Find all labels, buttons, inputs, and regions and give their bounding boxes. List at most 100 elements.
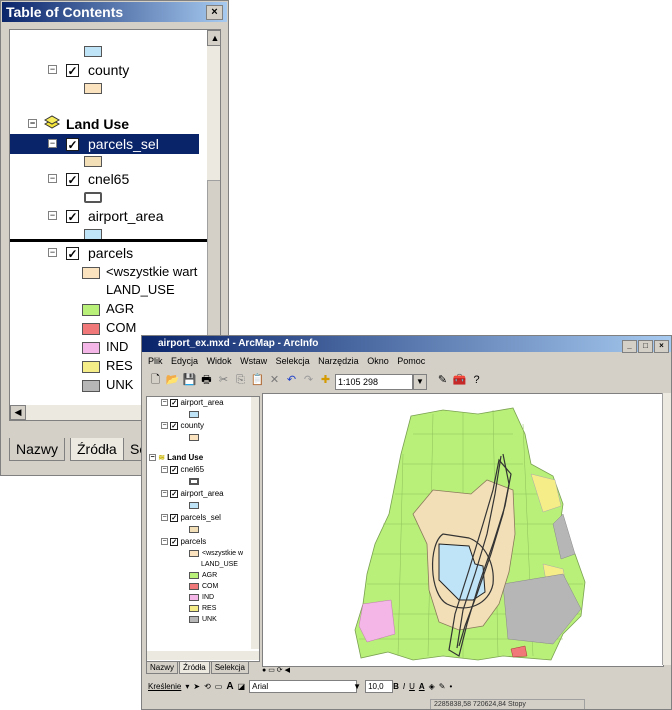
mini-layer-row[interactable]: − ✓ airport_area [161,488,224,500]
menu-selekcja[interactable]: Selekcja [276,356,310,366]
paste-icon[interactable]: 📋 [250,373,265,388]
undo-icon[interactable]: ↶ [284,373,299,388]
layer-checkbox[interactable]: ✓ [170,537,179,546]
layer-row-airport-area[interactable]: − ✓ airport_area [10,206,207,226]
collapse-icon[interactable]: − [161,538,168,546]
mini-layer-row[interactable]: − ✓ cnel65 [161,464,204,476]
refresh-icon[interactable]: ⟳ [277,667,283,674]
layer-checkbox[interactable]: ✓ [170,421,179,430]
map-vertical-scrollbar[interactable] [662,393,671,665]
rectangle-icon[interactable]: ▭ [215,682,223,691]
layer-checkbox[interactable]: ✓ [170,398,179,407]
collapse-icon[interactable]: − [48,211,57,220]
mini-layer-row[interactable]: − ✓ airport_area [161,397,224,409]
collapse-icon[interactable]: − [48,65,57,74]
callout-icon[interactable]: ◪ [238,682,246,691]
scroll-up-icon[interactable]: ▲ [207,30,220,46]
save-icon[interactable]: 💾 [182,373,197,388]
collapse-icon[interactable]: − [48,174,57,183]
tab-zrodla[interactable]: Źródła [70,438,124,461]
vertical-scrollbar[interactable] [251,397,259,649]
layer-checkbox[interactable]: ✓ [66,247,79,261]
map-canvas[interactable] [262,393,664,667]
select-elements-icon[interactable]: ➤ [193,682,200,691]
line-color-icon[interactable]: ✎ [439,682,446,691]
tab-zrodla[interactable]: Źródła [179,661,210,674]
arcmap-title-bar[interactable]: airport_ex.mxd - ArcMap - ArcInfo _ □ × [142,336,671,353]
tab-selekcja[interactable]: Selekcja [210,661,249,674]
editor-icon[interactable]: ✎ [435,373,450,388]
chevron-down-icon[interactable]: ▼ [413,374,427,390]
rotate-icon[interactable]: ⟲ [204,682,211,691]
font-name-input[interactable]: Arial [249,680,358,693]
menu-pomoc[interactable]: Pomoc [397,356,425,366]
mini-layer-row[interactable]: − ✓ county [161,420,204,432]
copy-icon[interactable]: ⎘ [233,373,248,388]
mini-toc-panel[interactable]: − ✓ airport_area − ✓ county − ≋ Land Use… [146,396,260,662]
underline-button[interactable]: U [409,682,415,691]
map-scale-input[interactable]: 1:105 298 [335,374,413,390]
print-icon[interactable]: 🖶 [199,373,214,388]
maximize-icon[interactable]: □ [638,340,653,353]
font-color-icon[interactable]: A [419,682,425,691]
new-document-icon[interactable]: 🗋 [148,373,163,388]
menu-wstaw[interactable]: Wstaw [240,356,267,366]
layout-view-icon[interactable]: ▭ [268,667,275,674]
layer-checkbox[interactable]: ✓ [66,210,79,224]
redo-icon[interactable]: ↷ [301,373,316,388]
collapse-icon[interactable]: − [28,119,37,128]
whats-this-help-icon[interactable]: ? [469,373,484,388]
menu-plik[interactable]: Plik [148,356,163,366]
group-row-land-use[interactable]: − Land Use [10,114,207,134]
delete-icon[interactable]: ✕ [267,373,282,388]
chevron-down-icon[interactable]: ▼ [353,682,361,691]
toc-title-bar[interactable]: Table of Contents × [2,2,227,22]
menu-narzedzia[interactable]: Narzędzia [318,356,359,366]
marker-color-icon[interactable]: • [450,682,453,691]
tab-nazwy[interactable]: Nazwy [9,438,66,461]
collapse-icon[interactable]: − [48,139,57,148]
add-data-icon[interactable]: ✚ [318,373,333,388]
collapse-icon[interactable]: − [149,454,156,462]
layer-checkbox[interactable]: ✓ [66,173,79,187]
bold-button[interactable]: B [393,682,399,691]
menu-edycja[interactable]: Edycja [171,356,198,366]
font-size-input[interactable]: 10,0 [365,680,394,693]
menu-okno[interactable]: Okno [367,356,389,366]
layer-row-parcels[interactable]: − ✓ parcels [10,243,207,263]
mini-group-row[interactable]: − ≋ Land Use [149,452,203,464]
data-view-icon[interactable]: ● [262,667,266,674]
layer-checkbox[interactable]: ✓ [170,465,179,474]
text-icon[interactable]: A [226,681,233,692]
layer-checkbox[interactable]: ✓ [170,513,179,522]
layer-checkbox[interactable]: ✓ [66,138,79,152]
layer-checkbox[interactable]: ✓ [170,489,179,498]
close-icon[interactable]: × [206,5,223,20]
drawing-menu[interactable]: Kreślenie [148,682,181,691]
collapse-icon[interactable]: − [161,422,168,430]
close-icon[interactable]: × [654,340,669,353]
italic-button[interactable]: I [403,682,405,691]
chevron-down-icon[interactable]: ▾ [185,682,189,691]
layer-row-county[interactable]: − ✓ county [10,60,207,80]
cut-icon[interactable]: ✂ [216,373,231,388]
collapse-icon[interactable]: − [161,490,168,498]
collapse-icon[interactable]: − [161,466,168,474]
collapse-icon[interactable]: − [161,514,168,522]
collapse-icon[interactable]: − [48,248,57,257]
tab-nazwy[interactable]: Nazwy [146,661,179,674]
open-folder-icon[interactable]: 📂 [165,373,180,388]
layer-checkbox[interactable]: ✓ [66,64,79,78]
mini-layer-row[interactable]: − ✓ parcels [161,536,206,548]
horizontal-scrollbar[interactable] [147,651,259,660]
fill-color-icon[interactable]: ◈ [429,682,435,691]
minimize-icon[interactable]: _ [622,340,637,353]
collapse-icon[interactable]: − [161,399,168,407]
layer-row-cnel65[interactable]: − ✓ cnel65 [10,169,207,189]
scroll-left-icon[interactable]: ◀ [10,405,26,420]
layer-row-parcels-sel[interactable]: − ✓ parcels_sel [10,134,199,154]
arctoolbox-icon[interactable]: 🧰 [452,373,467,388]
menu-widok[interactable]: Widok [207,356,232,366]
scroll-left-icon[interactable]: ◀ [285,667,290,674]
mini-layer-row[interactable]: − ✓ parcels_sel [161,512,221,524]
